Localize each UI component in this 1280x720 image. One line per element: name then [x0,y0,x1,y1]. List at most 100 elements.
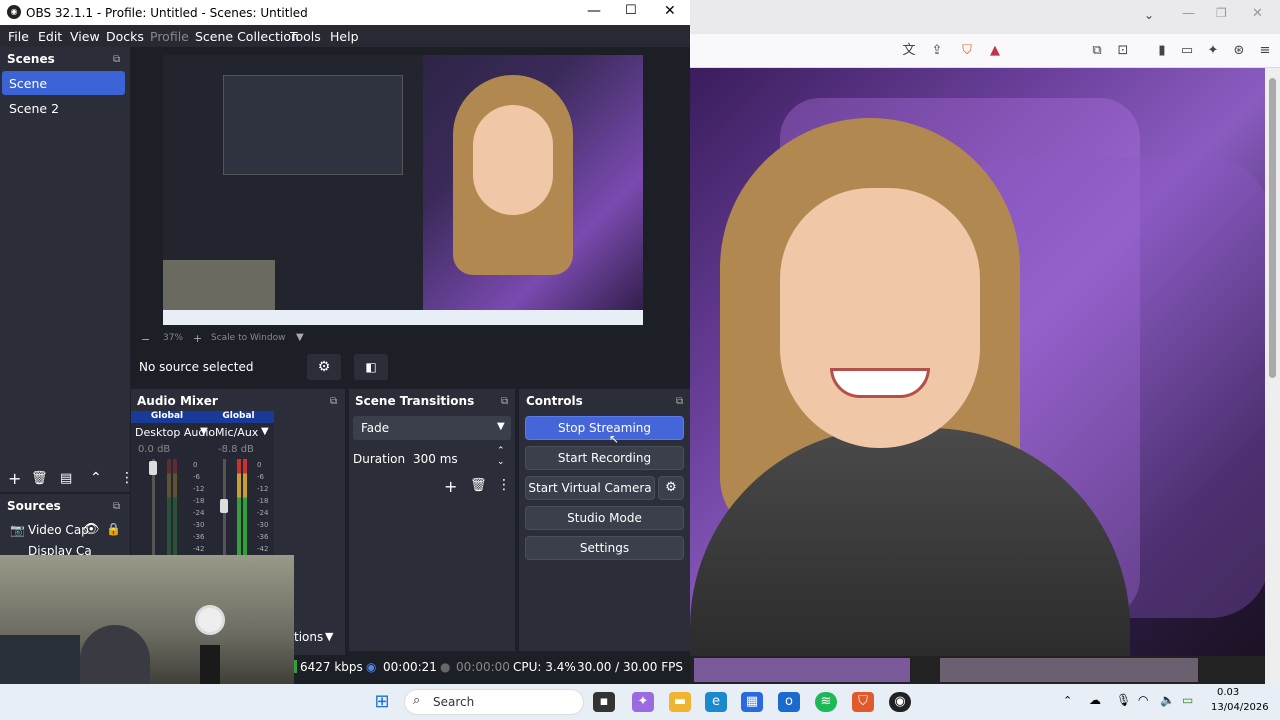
search-placeholder: Search [433,695,475,709]
restore-icon[interactable]: ❐ [1216,6,1227,20]
decrement-icon[interactable]: ⌄ [497,457,505,467]
translate-icon[interactable]: 文 [900,42,918,60]
volume-icon[interactable]: 🔈 [1160,693,1175,707]
volume-slider-desktop[interactable] [149,461,157,475]
remove-transition-icon[interactable]: 🗑 [470,478,487,493]
wifi-icon[interactable]: ◠ [1138,693,1148,707]
edge-icon[interactable]: e [705,692,727,712]
window-title: OBS 32.1.1 - Profile: Untitled - Scenes:… [26,6,308,20]
share-icon[interactable]: ⇪ [928,42,946,60]
scenes-dock: Scenes ⧉ Scene Scene 2 + 🗑 ▤ ⌃ ⋮ [0,47,134,492]
volume-slider-mic[interactable] [220,499,228,513]
filters-icon[interactable]: ◧ [354,354,388,380]
visibility-eye-icon[interactable]: 👁 [83,522,100,537]
chevron-down-icon[interactable]: ▼ [296,332,304,343]
battery-icon[interactable]: ▭ [1182,693,1193,707]
close-icon[interactable]: ✕ [1252,6,1263,21]
menu-file[interactable]: File [8,29,29,44]
start-recording-button[interactable]: Start Recording [525,446,684,470]
close-icon[interactable]: ✕ [664,3,676,19]
meter-scale-tick: 0 [193,461,198,469]
scene-item-scene-2[interactable]: Scene 2 [2,96,125,120]
menu-profile[interactable]: Profile [150,29,189,44]
scene-item-scene[interactable]: Scene [2,71,125,95]
start-virtual-camera-button[interactable]: Start Virtual Camera [525,476,655,500]
menu-icon[interactable]: ≡ [1256,42,1274,60]
filters-icon[interactable]: ▤ [60,471,72,486]
chevron-down-icon[interactable]: ▼ [261,426,269,437]
preview-area[interactable]: − 37% + Scale to Window ▼ [131,47,690,347]
sidebar-icon[interactable]: ▮ [1153,42,1171,60]
gear-icon[interactable]: ⚙ [307,354,341,380]
chevron-down-icon[interactable]: ▼ [325,630,333,643]
obs-titlebar: ◉ OBS 32.1.1 - Profile: Untitled - Scene… [0,0,690,25]
menu-help[interactable]: Help [330,29,359,44]
undock-icon[interactable]: ⧉ [501,396,508,407]
clock-date[interactable]: 13/04/2026 [1211,702,1269,713]
chevron-up-icon[interactable]: ⌃ [1063,694,1072,707]
channel-scope-desktop: Global [131,411,203,423]
task-view-icon[interactable]: ▪ [593,692,615,712]
transition-select[interactable]: Fade ▼ [353,416,511,440]
taskbar-search[interactable]: ⌕ Search [404,689,584,715]
status-bar: 6427 kbps ◉ 00:00:21 ● 00:00:00 CPU: 3.4… [294,655,690,679]
undock-icon[interactable]: ⧉ [330,396,337,407]
zoom-in-icon[interactable]: + [193,332,202,345]
menu-scene-collection[interactable]: Scene Collection [195,29,299,44]
chevron-down-icon[interactable]: ⌄ [1144,8,1154,22]
undock-icon[interactable]: ⧉ [676,396,683,407]
meter-scale-tick: -12 [193,485,205,493]
minimize-icon[interactable]: — [1182,6,1195,21]
settings-button[interactable]: Settings [525,536,684,560]
add-transition-icon[interactable]: + [444,477,457,496]
store-icon[interactable]: ▦ [741,692,763,712]
webcam-overlay [0,555,294,690]
obs-icon[interactable]: ◉ [889,692,911,712]
scale-mode[interactable]: Scale to Window [211,333,285,343]
move-up-icon[interactable]: ⌃ [90,470,102,486]
menu-edit[interactable]: Edit [38,29,62,44]
add-scene-icon[interactable]: + [8,469,21,488]
outlook-icon[interactable]: o [778,692,800,712]
wallet-icon[interactable]: ▭ [1178,42,1196,60]
mouse-cursor-icon: ↖ [609,432,620,446]
brave-shield-icon[interactable]: ⛉ [958,42,976,60]
undock-icon[interactable]: ⧉ [113,54,120,65]
source-item-video-capture[interactable]: Video Cap [28,523,89,537]
program-preview[interactable] [163,55,643,325]
zoom-out-icon[interactable]: − [141,333,150,346]
menu-tools[interactable]: Tools [290,29,321,44]
microphone-icon[interactable]: 🎙 [1116,693,1131,707]
lock-icon[interactable]: 🔒 [106,522,121,536]
channel-level-mic: -8.8 dB [218,444,254,455]
maximize-icon[interactable]: ☐ [625,3,637,18]
remove-scene-icon[interactable]: 🗑 [31,471,48,486]
menu-view[interactable]: View [70,29,100,44]
menu-docks[interactable]: Docks [106,29,144,44]
camera-icon: 📷 [10,523,25,537]
extensions-icon[interactable]: ⧉ [1088,42,1106,60]
brave-rewards-icon[interactable]: ▲ [986,42,1004,60]
start-icon[interactable]: ⊞ [371,692,393,712]
minimize-icon[interactable]: — [587,3,601,19]
file-explorer-icon[interactable]: ▬ [669,692,691,712]
onedrive-icon[interactable]: ☁ [1089,693,1101,707]
brave-icon[interactable]: ⛉ [852,692,874,712]
increment-icon[interactable]: ⌃ [497,446,505,456]
browser-scrollbar[interactable] [1265,68,1280,684]
duration-spinbox[interactable]: 300 ms ⌃ ⌄ [405,446,511,470]
vpn-icon[interactable]: ⊛ [1230,42,1248,60]
studio-mode-button[interactable]: Studio Mode [525,506,684,530]
clock-time[interactable]: 0.03 [1217,687,1239,698]
stop-streaming-button[interactable]: Stop Streaming [525,416,684,440]
screenshot-icon[interactable]: ⊡ [1114,42,1132,60]
chevron-down-icon[interactable]: ▼ [200,426,208,437]
partial-label[interactable]: tions [294,630,323,644]
leo-ai-icon[interactable]: ✦ [1204,42,1222,60]
gear-icon[interactable]: ⚙ [658,476,684,500]
copilot-icon[interactable]: ✦ [632,692,654,712]
cpu-usage: CPU: 3.4% [513,660,576,674]
spotify-icon[interactable]: ≋ [815,692,837,712]
undock-icon[interactable]: ⧉ [113,501,120,512]
more-icon[interactable]: ⋮ [497,477,511,493]
